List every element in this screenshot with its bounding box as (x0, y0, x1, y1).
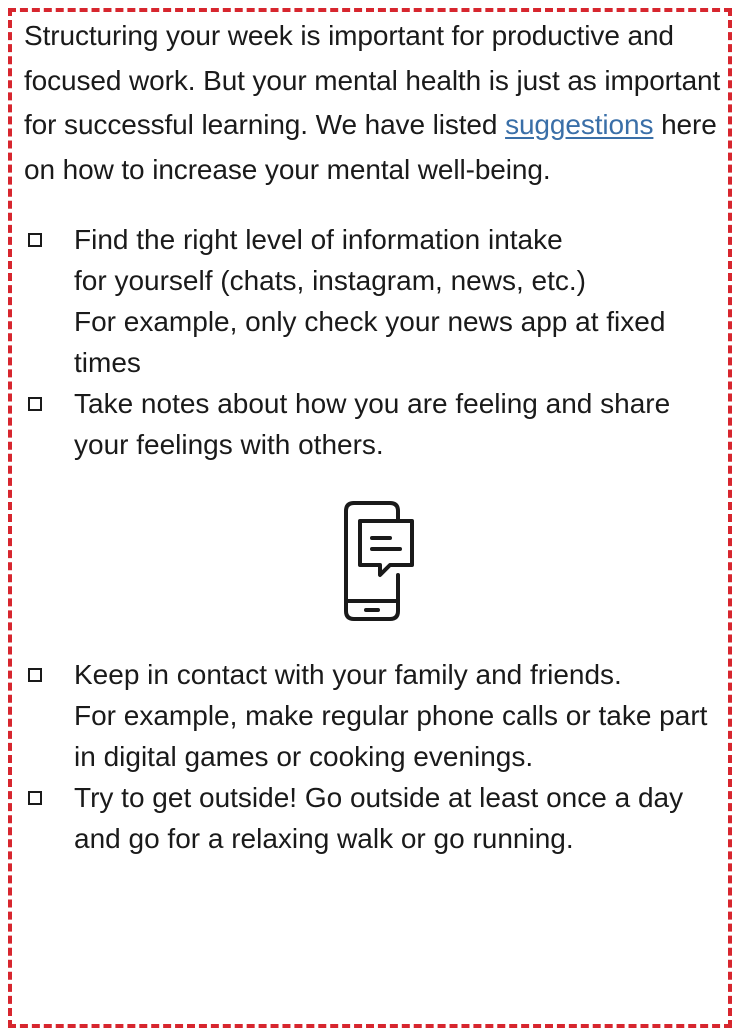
list-item-line: Find the right level of information inta… (74, 224, 563, 255)
suggestions-link[interactable]: suggestions (505, 109, 653, 140)
checklist-bottom: Keep in contact with your family and fri… (24, 654, 724, 859)
wellbeing-card: Structuring your week is important for p… (24, 14, 724, 859)
list-item: Try to get outside! Go outside at least … (24, 777, 724, 859)
list-item-line: For example, make regular phone calls or… (74, 700, 708, 772)
phone-chat-icon (344, 501, 414, 621)
checkbox[interactable] (28, 668, 42, 682)
list-item-line: for yourself (chats, instagram, news, et… (74, 265, 586, 296)
checkbox[interactable] (28, 791, 42, 805)
checkbox[interactable] (28, 233, 42, 247)
checkbox[interactable] (28, 397, 42, 411)
list-item: Take notes about how you are feeling and… (24, 383, 724, 465)
icon-row (24, 493, 724, 623)
checklist-top: Find the right level of information inta… (24, 219, 724, 465)
list-item-line: For example, only check your news app at… (74, 306, 666, 378)
list-item-text: Take notes about how you are feeling and… (74, 388, 671, 460)
list-item-text: Try to get outside! Go outside at least … (74, 782, 684, 854)
list-item-line: Keep in contact with your family and fri… (74, 659, 622, 690)
list-item: Find the right level of information inta… (24, 219, 724, 383)
intro-paragraph: Structuring your week is important for p… (24, 14, 724, 192)
list-item: Keep in contact with your family and fri… (24, 654, 724, 777)
